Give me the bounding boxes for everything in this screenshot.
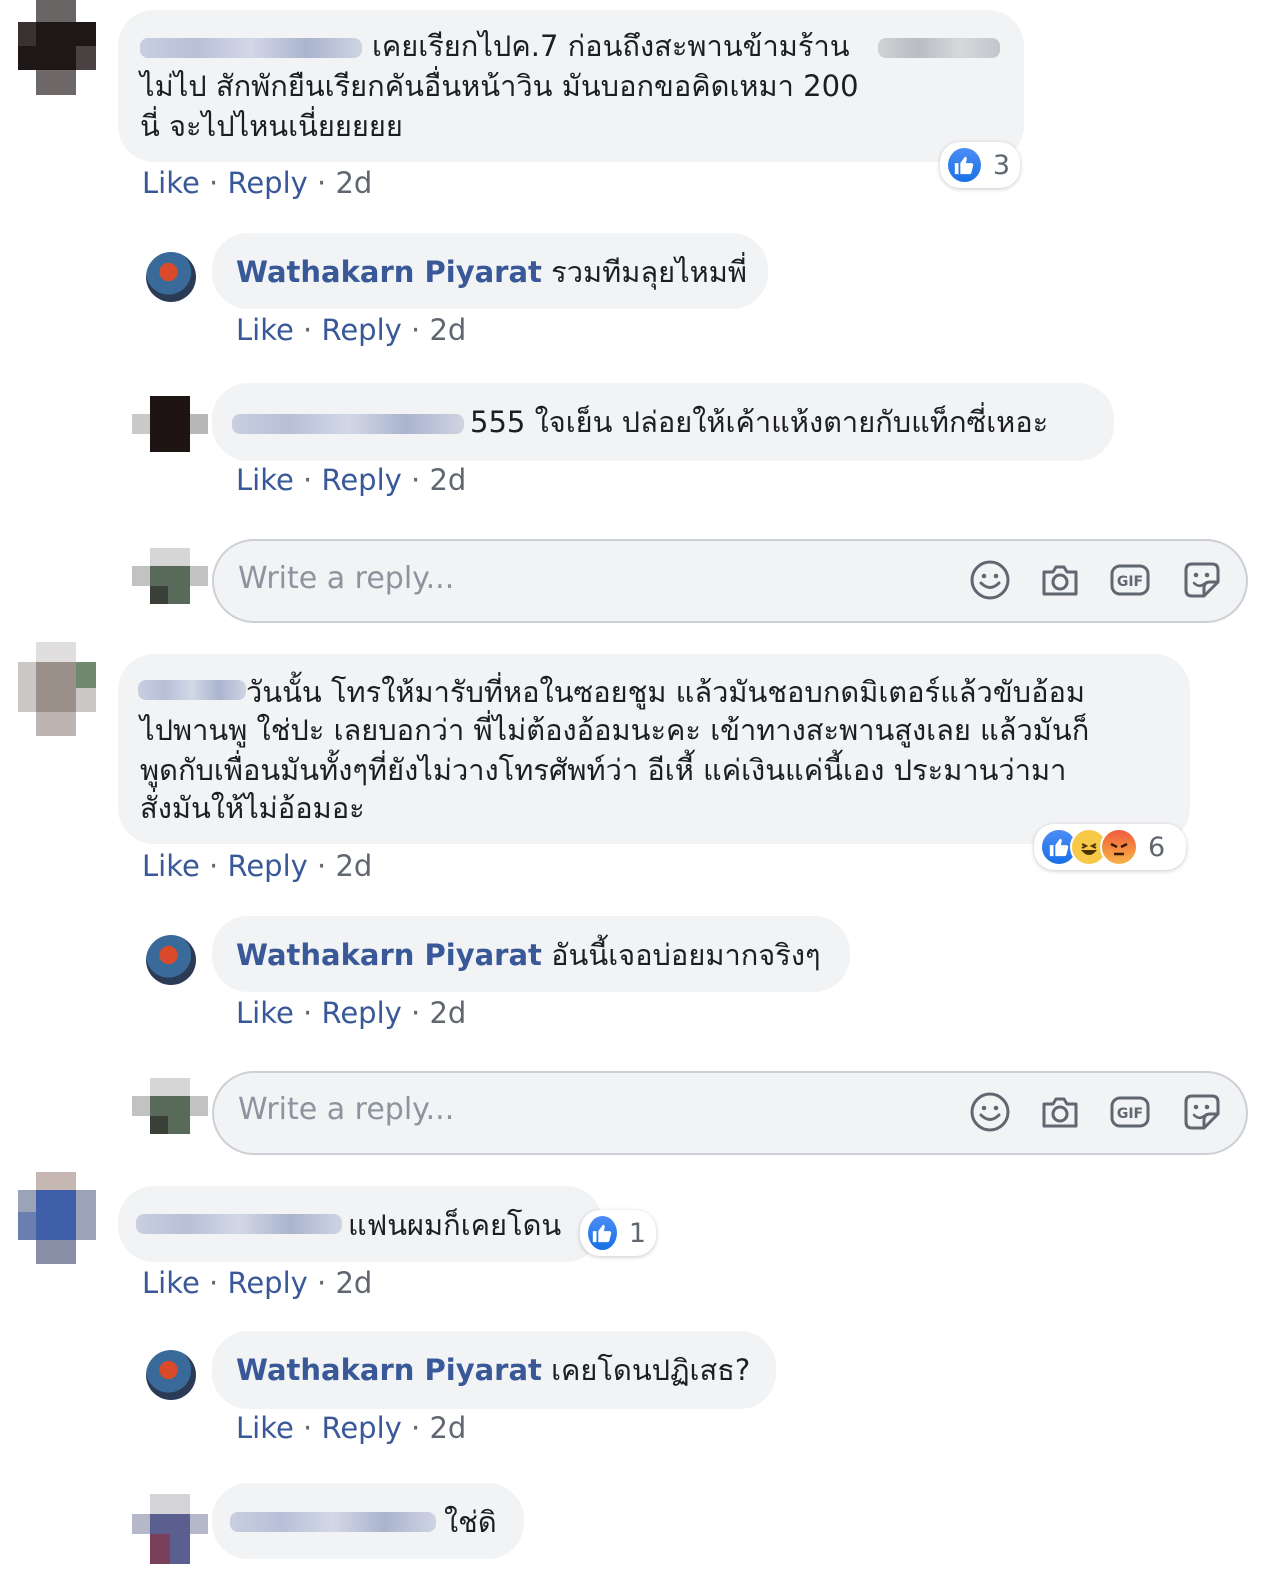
reply-text: Wathakarn Piyarat รวมทีมลุยไหมพี่	[236, 252, 747, 292]
timestamp[interactable]: 2d	[429, 463, 466, 497]
reply-message: ใช่ดิ	[444, 1505, 497, 1539]
reply-link[interactable]: Reply	[227, 849, 307, 883]
reply-actions: Like · Reply · 2d	[236, 1411, 467, 1445]
svg-text:GIF: GIF	[1117, 574, 1143, 590]
like-link[interactable]: Like	[236, 996, 294, 1030]
commenter-avatar[interactable]	[18, 1172, 96, 1264]
svg-text:GIF: GIF	[1117, 1106, 1143, 1122]
reply-placeholder: Write a reply...	[238, 1092, 455, 1127]
camera-icon[interactable]	[1038, 1090, 1082, 1134]
comment-text-line: สั่งมันให้ไม่อ้อมอะ	[140, 791, 365, 825]
reply-author[interactable]: Wathakarn Piyarat	[236, 1353, 542, 1387]
like-link[interactable]: Like	[142, 849, 200, 883]
reply-link[interactable]: Reply	[321, 313, 401, 347]
replier-avatar[interactable]	[146, 252, 196, 302]
comment-text-line: แฟนผมก็เคยโดน	[348, 1208, 562, 1242]
redacted-name	[230, 1512, 436, 1532]
replier-avatar[interactable]	[146, 1350, 196, 1400]
timestamp[interactable]: 2d	[429, 313, 466, 347]
reply-placeholder: Write a reply...	[238, 561, 455, 596]
sticker-icon[interactable]	[1180, 558, 1224, 602]
camera-icon[interactable]	[1038, 558, 1082, 602]
timestamp[interactable]: 2d	[335, 1266, 372, 1300]
gif-icon[interactable]: GIF	[1108, 558, 1152, 602]
reply-message: เคยโดนปฏิเสธ?	[551, 1353, 751, 1387]
angry-reaction-icon	[1100, 828, 1138, 866]
reply-link[interactable]: Reply	[227, 166, 307, 200]
timestamp[interactable]: 2d	[429, 1411, 466, 1445]
commenter-avatar[interactable]	[18, 642, 96, 736]
reply-actions: Like · Reply · 2d	[236, 996, 467, 1030]
like-link[interactable]: Like	[236, 313, 294, 347]
reply-link[interactable]: Reply	[321, 996, 401, 1030]
reaction-summary[interactable]: 1	[580, 1210, 656, 1256]
timestamp[interactable]: 2d	[335, 166, 372, 200]
redacted-name	[232, 414, 464, 434]
commenter-avatar[interactable]	[18, 0, 96, 95]
reply-link[interactable]: Reply	[321, 463, 401, 497]
reaction-count: 1	[628, 1217, 646, 1249]
like-reaction-icon	[586, 1214, 619, 1252]
comment-text-line: วันนั้น โทรให้มารับที่หอในซอยชูม แล้วมัน…	[246, 675, 1086, 709]
replier-avatar[interactable]	[132, 396, 208, 452]
comment-actions: Like · Reply · 2d	[142, 849, 373, 883]
like-link[interactable]: Like	[142, 1266, 200, 1300]
timestamp[interactable]: 2d	[335, 849, 372, 883]
reply-link[interactable]: Reply	[321, 1411, 401, 1445]
redacted-text	[878, 38, 1000, 58]
reply-text: Wathakarn Piyarat อันนี้เจอบ่อยมากจริงๆ	[236, 935, 821, 975]
reply-actions: Like · Reply · 2d	[236, 313, 467, 347]
reply-actions: Like · Reply · 2d	[236, 463, 467, 497]
redacted-name	[138, 680, 246, 700]
reaction-count: 3	[992, 149, 1010, 181]
replier-avatar[interactable]	[132, 1494, 208, 1564]
comment-text-line: ไม่ไป สักพักยืนเรียกคันอื่นหน้าวิน มันบอ…	[140, 69, 859, 103]
reply-author[interactable]: Wathakarn Piyarat	[236, 255, 542, 289]
current-user-avatar	[132, 1078, 208, 1134]
replier-avatar[interactable]	[146, 935, 196, 985]
comment-text-line: นี่ จะไปไหนเนี่ยยยยย	[140, 109, 403, 143]
comment-actions: Like · Reply · 2d	[142, 166, 373, 200]
reaction-summary[interactable]: 6	[1034, 824, 1186, 870]
reply-message: รวมทีมลุยไหมพี่	[551, 255, 748, 289]
comment-text-line: ไปพานพู ใช่ปะ เลยบอกว่า พี่ไม่ต้องอ้อมนะ…	[140, 713, 1090, 747]
reply-message: 555 ใจเย็น ปล่อยให้เค้าแห้งตายกับแท็กซี่…	[470, 405, 1049, 439]
redacted-name	[136, 1214, 342, 1234]
like-link[interactable]: Like	[236, 1411, 294, 1445]
comment-actions: Like · Reply · 2d	[142, 1266, 373, 1300]
reply-author[interactable]: Wathakarn Piyarat	[236, 938, 542, 972]
emoji-icon[interactable]	[968, 558, 1012, 602]
like-link[interactable]: Like	[142, 166, 200, 200]
sticker-icon[interactable]	[1180, 1090, 1224, 1134]
gif-icon[interactable]: GIF	[1108, 1090, 1152, 1134]
reply-link[interactable]: Reply	[227, 1266, 307, 1300]
comment-text-line: พูดกับเพื่อนมันทั้งๆที่ยังไม่วางโทรศัพท์…	[140, 753, 1067, 787]
current-user-avatar	[132, 548, 208, 604]
emoji-icon[interactable]	[968, 1090, 1012, 1134]
comment-text-line: เคยเรียกไปค.7 ก่อนถึงสะพานข้ามร้าน	[372, 29, 850, 63]
reply-message: อันนี้เจอบ่อยมากจริงๆ	[551, 938, 821, 972]
reply-text: Wathakarn Piyarat เคยโดนปฏิเสธ?	[236, 1350, 750, 1390]
reaction-count: 6	[1148, 831, 1166, 863]
redacted-name	[140, 38, 362, 58]
like-reaction-icon	[946, 146, 983, 184]
reaction-summary[interactable]: 3	[940, 142, 1020, 188]
timestamp[interactable]: 2d	[429, 996, 466, 1030]
like-link[interactable]: Like	[236, 463, 294, 497]
